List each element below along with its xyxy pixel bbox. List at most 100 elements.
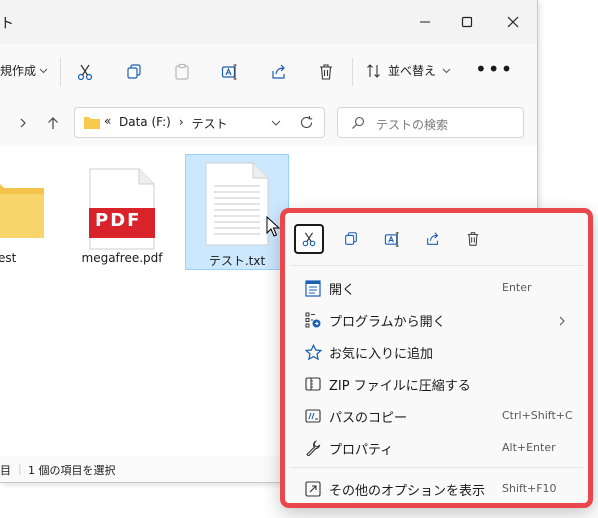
overflow-crumb[interactable]: « <box>104 114 111 128</box>
menu-item-copy-path[interactable]: パスのコピー Ctrl+Shift+C <box>291 400 583 432</box>
menu-item-compress-zip[interactable]: ZIP ファイルに圧縮する <box>291 368 583 400</box>
maximize-button[interactable] <box>450 8 484 36</box>
pdf-file-icon <box>89 168 155 250</box>
file-name: est <box>0 251 17 265</box>
context-menu: 開く Enter プログラムから開く お気に入りに追加 ZIP ファイルに圧縮す… <box>280 208 593 508</box>
star-icon <box>304 343 322 361</box>
menu-item-label: プログラムから開く <box>329 315 446 330</box>
rename-icon <box>384 231 399 247</box>
menu-item-shortcut: Alt+Enter <box>502 441 556 454</box>
search-input[interactable]: テストの検索 <box>337 107 524 138</box>
status-item-count: 目 <box>0 464 11 477</box>
forward-button[interactable] <box>12 112 34 134</box>
copy-icon <box>345 232 357 245</box>
context-quick-actions <box>285 213 588 265</box>
sort-button[interactable]: 並べ替え <box>366 62 451 79</box>
more-options-button[interactable]: ••• <box>475 57 513 81</box>
chevron-down-icon <box>271 120 281 126</box>
menu-item-properties[interactable]: プロパティ Alt+Enter <box>291 432 583 464</box>
zip-icon <box>304 375 322 393</box>
chevron-right-icon <box>20 118 26 128</box>
file-item-text-selected[interactable]: テスト.txt <box>185 154 289 270</box>
minimize-button[interactable] <box>408 8 442 36</box>
rename-icon <box>221 64 237 80</box>
menu-item-label: ZIP ファイルに圧縮する <box>329 379 471 394</box>
folder-icon <box>0 184 44 238</box>
menu-divider <box>291 265 583 266</box>
menu-item-shortcut: Shift+F10 <box>502 482 557 495</box>
menu-item-open-with[interactable]: プログラムから開く <box>291 304 583 336</box>
copy-button[interactable] <box>120 58 148 86</box>
address-bar[interactable]: « Data (F:) › テスト <box>74 107 325 138</box>
up-button[interactable] <box>42 112 64 134</box>
refresh-icon <box>300 116 313 128</box>
close-icon <box>507 16 519 28</box>
menu-item-label: 開く <box>329 283 356 298</box>
delete-button[interactable] <box>312 58 340 86</box>
chevron-right-icon <box>557 312 567 331</box>
breadcrumb-separator[interactable]: › <box>179 115 184 132</box>
menu-item-shortcut: Ctrl+Shift+C <box>502 409 573 422</box>
copy-path-icon <box>304 407 322 425</box>
file-name: テスト.txt <box>208 254 266 268</box>
menu-divider <box>291 467 583 468</box>
menu-item-label: その他のオプションを表示 <box>329 484 486 499</box>
breadcrumb-drive[interactable]: Data (F:) <box>119 115 171 132</box>
open-with-icon <box>304 311 322 329</box>
file-item-folder[interactable]: est <box>0 154 44 270</box>
status-divider: | <box>18 462 22 475</box>
new-label: 規作成 <box>0 64 37 78</box>
toolbar-divider <box>352 58 353 86</box>
wrench-icon <box>304 439 322 457</box>
address-row: « Data (F:) › テスト テストの検索 <box>0 100 537 146</box>
window-title: ト <box>0 16 14 32</box>
share-icon <box>272 64 285 79</box>
share-icon <box>427 232 439 245</box>
menu-item-label: プロパティ <box>329 443 394 458</box>
pdf-badge: PDF <box>95 210 142 231</box>
maximize-icon <box>461 16 473 28</box>
breadcrumb-folder[interactable]: テスト <box>192 115 228 132</box>
context-share-button[interactable] <box>418 224 448 254</box>
paste-icon <box>175 63 189 80</box>
close-button[interactable] <box>496 8 530 36</box>
new-button[interactable]: 規作成 <box>0 62 48 79</box>
paste-button[interactable] <box>168 58 196 86</box>
cut-icon <box>302 232 316 247</box>
folder-icon <box>84 117 100 129</box>
more-options-icon <box>304 480 322 498</box>
menu-item-open[interactable]: 開く Enter <box>291 272 583 304</box>
status-selection: 1 個の項目を選択 <box>28 464 116 477</box>
file-item-pdf[interactable]: PDF megafree.pdf <box>70 154 174 270</box>
context-delete-button[interactable] <box>458 224 488 254</box>
delete-icon <box>320 64 332 80</box>
command-bar: 規作成 並べ替え ••• <box>0 44 537 101</box>
menu-item-label: パスのコピー <box>329 411 408 426</box>
minimize-icon <box>420 21 430 23</box>
copy-icon <box>127 64 141 79</box>
sort-icon <box>367 63 380 78</box>
share-button[interactable] <box>265 58 293 86</box>
context-copy-button[interactable] <box>336 224 366 254</box>
search-placeholder: テストの検索 <box>376 118 449 132</box>
arrow-up-icon <box>48 117 58 129</box>
search-icon <box>352 116 365 129</box>
chevron-down-icon <box>39 68 48 74</box>
notepad-icon <box>304 279 322 297</box>
cut-button[interactable] <box>71 58 99 86</box>
context-rename-button[interactable] <box>377 224 407 254</box>
file-name: megafree.pdf <box>81 251 163 265</box>
cut-icon <box>77 64 93 81</box>
menu-item-add-favorite[interactable]: お気に入りに追加 <box>291 336 583 368</box>
toolbar-divider <box>60 58 61 86</box>
mouse-cursor-icon <box>266 216 280 237</box>
text-file-icon <box>205 162 269 246</box>
sort-label: 並べ替え <box>388 64 437 78</box>
menu-item-show-more-options[interactable]: その他のオプションを表示 Shift+F10 <box>291 473 583 505</box>
title-bar: ト <box>0 0 537 44</box>
chevron-down-icon <box>442 68 451 74</box>
context-cut-button[interactable] <box>294 224 324 254</box>
rename-button[interactable] <box>216 58 244 86</box>
delete-icon <box>467 232 479 246</box>
menu-item-shortcut: Enter <box>502 281 532 294</box>
